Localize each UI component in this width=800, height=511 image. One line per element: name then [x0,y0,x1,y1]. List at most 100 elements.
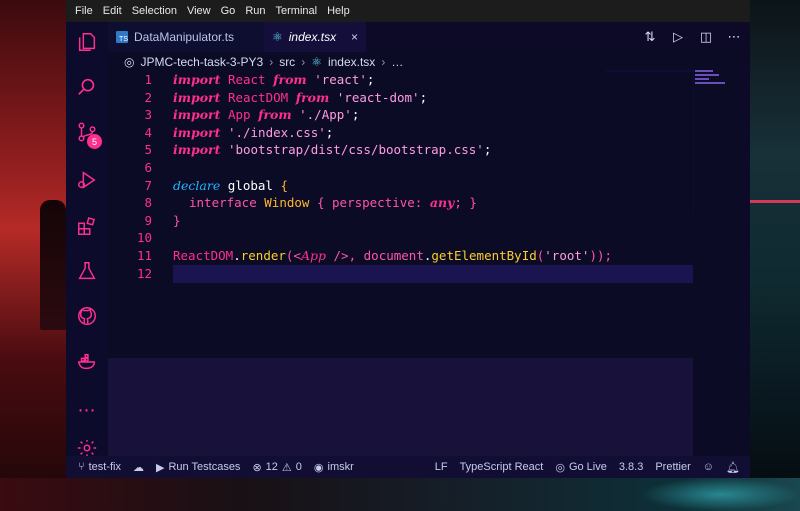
docker-icon[interactable] [75,350,99,374]
breadcrumb-folder[interactable]: src [279,55,295,69]
ts-version: 3.8.3 [618,461,644,473]
breadcrumb-separator: › [269,55,274,69]
user-name: imskr [327,461,354,473]
status-run-testcases[interactable]: ▶ Run Testcases [156,461,240,474]
code-line-3: import App from './App'; [173,107,360,123]
search-icon[interactable] [75,75,99,99]
more-icon[interactable]: ⋯ [75,398,99,422]
status-version[interactable]: 3.8.3 [619,461,643,473]
wallpaper-right [750,0,800,511]
cloud-sync-icon: ☁ [133,461,145,474]
breadcrumb-tail[interactable]: … [391,55,403,69]
feedback-icon: ☺ [702,461,715,473]
status-sync[interactable]: ☁ [133,461,144,474]
line-number: 4 [144,124,152,140]
breadcrumb-root[interactable]: JPMC-tech-task-3-PY3 [140,55,263,69]
run-debug-icon[interactable] [75,168,99,192]
branch-name: test-fix [88,461,122,473]
extensions-icon[interactable] [75,214,99,238]
code-line-2: import ReactDOM from 'react-dom'; [173,89,428,105]
formatter-label: Prettier [655,461,691,473]
language-label: TypeScript React [459,461,544,473]
minimap[interactable] [695,70,735,90]
user-icon: ◉ [313,461,324,474]
code-line-5: import 'bootstrap/dist/css/bootstrap.css… [173,142,492,158]
repo-icon: ◎ [124,55,135,69]
status-problems[interactable]: ⊗ 12 ⚠ 0 [252,461,301,474]
menu-file[interactable]: File [70,5,98,17]
files-icon[interactable] [75,30,99,54]
more-actions-icon[interactable]: ⋯ [726,30,742,45]
code-line-11: ReactDOM.render(<App />, document.getEle… [173,248,613,263]
line-number: 6 [144,160,152,175]
bottom-panel[interactable] [108,358,693,456]
settings-gear-icon[interactable] [75,440,99,456]
status-bar: ⑂ test-fix ☁ ▶ Run Testcases ⊗ 12 ⚠ 0 ◉ … [66,456,750,478]
tab-label: index.tsx [288,30,337,44]
status-notifications[interactable]: 🔔︎ [726,461,740,474]
code-line-4: import './index.css'; [173,124,334,140]
breadcrumb-file[interactable]: index.tsx [328,55,375,69]
wallpaper-glow [640,478,800,511]
status-feedback[interactable]: ☺ [703,461,714,473]
line-number: 7 [144,177,152,193]
wallpaper-neon-line [750,200,800,203]
broadcast-icon: ◎ [555,461,565,474]
wallpaper-figure [40,200,66,330]
line-number: 12 [136,265,152,281]
run-testcases-label: Run Testcases [168,461,241,473]
code-line-7: declare global { [173,177,288,193]
line-number: 2 [144,89,152,105]
eol-label: LF [434,461,448,473]
menu-selection[interactable]: Selection [127,5,182,17]
line-number: 1 [144,72,152,87]
menu-view[interactable]: View [182,5,216,17]
compare-changes-icon[interactable]: ⇅ [642,30,658,45]
react-file-icon: ⚛ [311,55,322,69]
code-line-1: import React from 'react'; [173,72,375,87]
menu-help[interactable]: Help [322,5,355,17]
status-eol[interactable]: LF [435,461,448,473]
status-go-live[interactable]: ◎ Go Live [555,461,607,474]
play-icon: ▶ [156,461,165,474]
warning-count: 0 [295,461,302,473]
line-number: 11 [136,248,152,263]
go-live-label: Go Live [568,461,607,473]
status-user[interactable]: ◉ imskr [314,461,354,474]
status-language[interactable]: TypeScript React [460,461,544,473]
editor-actions: ⇅ ▷ ◫ ⋯ [642,22,742,52]
source-control-badge: 5 [87,134,102,149]
activity-bar: 5 ⋯ [66,22,108,456]
line-number: 3 [144,107,152,123]
split-editor-icon[interactable]: ◫ [698,30,714,45]
warning-icon: ⚠ [281,461,292,474]
menu-terminal[interactable]: Terminal [271,5,323,17]
editor-window: 5 ⋯ TS DataManipulator.ts ⚛ index.tsx × [66,22,750,478]
testing-flask-icon[interactable] [75,259,99,283]
error-icon: ⊗ [252,461,262,474]
code-line-8: interface Window { perspective: any; } [189,195,477,211]
status-formatter[interactable]: Prettier [655,461,690,473]
run-icon[interactable]: ▷ [670,30,686,45]
menu-go[interactable]: Go [216,5,241,17]
vertical-scrollbar[interactable] [742,70,750,360]
tab-index-tsx[interactable]: ⚛ index.tsx × [264,22,366,52]
code-line-9: } [173,212,181,228]
typescript-file-icon: TS [116,31,128,43]
menu-run[interactable]: Run [240,5,270,17]
tab-datamanipulator[interactable]: TS DataManipulator.ts [108,22,264,52]
git-branch-icon: ⑂ [78,461,85,473]
line-number: 8 [144,195,152,211]
react-file-icon: ⚛ [272,30,283,44]
current-line-highlight [173,265,693,283]
status-branch[interactable]: ⑂ test-fix [78,461,121,473]
github-icon[interactable] [75,304,99,328]
code-editor[interactable]: 1 2 3 4 5 6 7 8 9 10 11 12 import React … [108,72,693,358]
menu-edit[interactable]: Edit [98,5,127,17]
bell-icon: 🔔︎ [726,461,740,474]
menu-bar: File Edit Selection View Go Run Terminal… [66,0,750,22]
close-tab-icon[interactable]: × [351,30,358,44]
breadcrumb-separator: › [301,55,306,69]
error-count: 12 [265,461,278,473]
line-number: 5 [144,142,152,158]
